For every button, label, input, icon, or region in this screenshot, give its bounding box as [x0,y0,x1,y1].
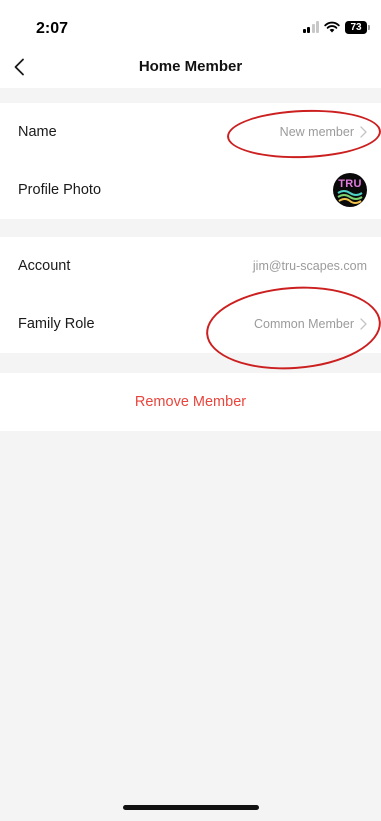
name-label: Name [18,124,57,140]
family-role-label: Family Role [18,316,95,332]
profile-section: Name New member Profile Photo TRU [0,103,381,219]
account-row: Account jim@tru-scapes.com [0,237,381,295]
status-bar: 2:07 73 [0,0,381,50]
status-time: 2:07 [36,20,69,37]
name-value: New member [279,125,354,139]
cellular-signal-icon [302,21,319,33]
account-value: jim@tru-scapes.com [252,259,367,273]
avatar-waves-icon [337,190,363,204]
home-indicator [123,805,259,810]
wifi-icon [324,21,340,33]
battery-icon: 73 [345,20,370,34]
account-label: Account [18,258,71,274]
family-role-value: Common Member [253,317,354,331]
remove-member-button[interactable]: Remove Member [135,394,246,410]
member-section: Account jim@tru-scapes.com Family Role C… [0,237,381,353]
name-row[interactable]: Name New member [0,103,381,161]
family-role-row[interactable]: Family Role Common Member [0,295,381,353]
page-title: Home Member [138,58,243,75]
nav-bar: Home Member [0,50,381,88]
chevron-right-icon [360,126,367,138]
status-icons: 73 [302,18,370,36]
remove-member-row[interactable]: Remove Member [0,373,381,431]
avatar: TRU [333,173,367,207]
profile-photo-label: Profile Photo [18,182,102,198]
profile-photo-row[interactable]: Profile Photo TRU [0,161,381,219]
chevron-right-icon [360,318,367,330]
